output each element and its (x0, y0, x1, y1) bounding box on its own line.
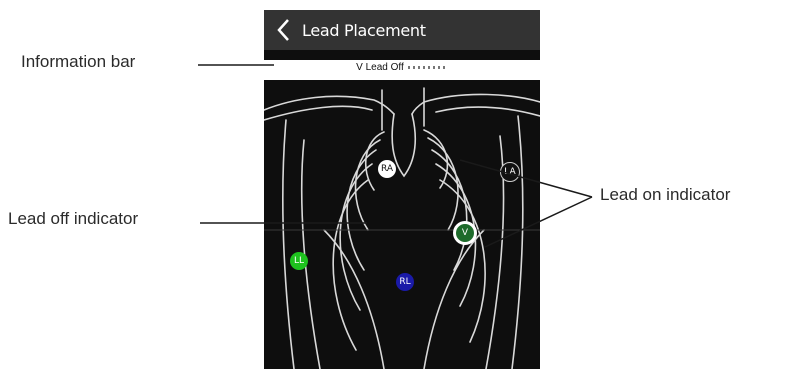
information-bar-callout: Information bar (21, 52, 136, 71)
back-button[interactable] (264, 10, 302, 50)
info-bar-text: V Lead Off (356, 62, 404, 73)
ra-electrode[interactable]: RA (378, 160, 396, 178)
v-electrode[interactable]: V (453, 221, 477, 245)
device-screen: Lead Placement V Lead Off RA LA V LL RL (264, 10, 540, 369)
information-bar: V Lead Off (264, 60, 540, 80)
la-electrode[interactable]: LA (500, 162, 520, 182)
ll-electrode[interactable]: LL (290, 252, 308, 270)
torso-outline (264, 87, 540, 369)
lead-on-indicator-callout: Lead on indicator (600, 185, 731, 204)
chevron-left-icon (277, 19, 289, 41)
title-bar: Lead Placement (264, 10, 540, 50)
lead-off-indicator-callout: Lead off indicator (8, 209, 139, 228)
screen-title: Lead Placement (302, 20, 426, 40)
info-bar-noise (407, 65, 448, 69)
torso-diagram: RA LA V LL RL (264, 80, 540, 369)
rl-electrode[interactable]: RL (396, 273, 414, 291)
